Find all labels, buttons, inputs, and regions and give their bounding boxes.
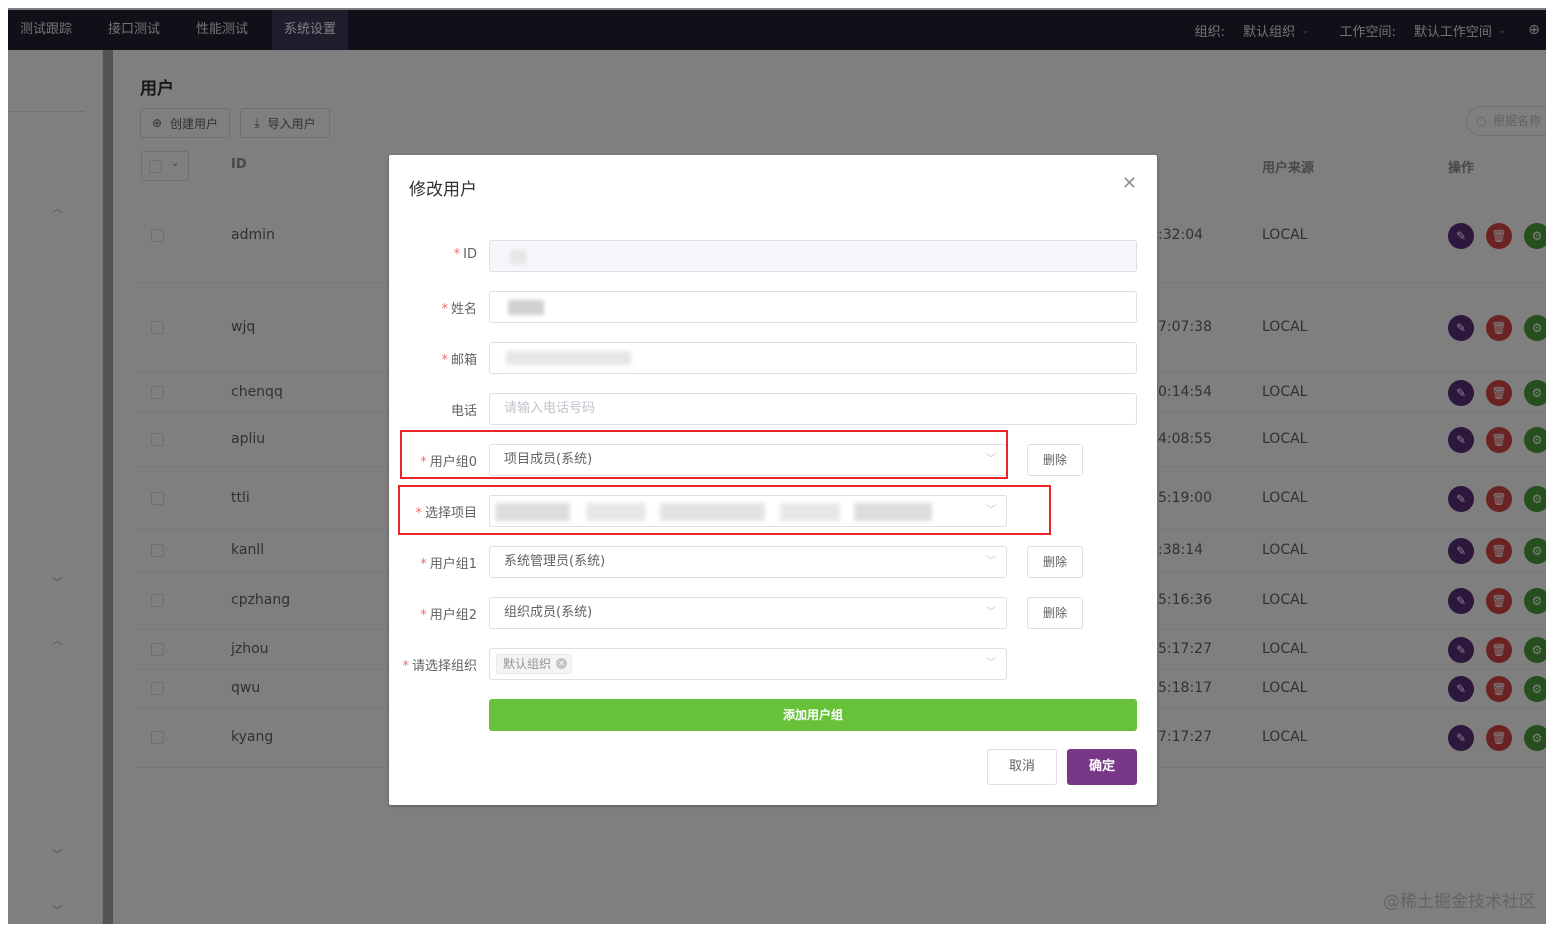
redacted-value [508, 300, 544, 315]
name-field[interactable] [489, 291, 1137, 323]
highlight-box [398, 485, 1051, 535]
id-label: * ID [453, 247, 477, 262]
dialog-title: 修改用户 [409, 180, 477, 200]
add-user-group-button[interactable]: 添加用户组 [489, 699, 1137, 731]
redacted-value [506, 351, 631, 365]
user-group-2-value: 组织成员(系统) [504, 605, 593, 620]
cancel-button[interactable]: 取消 [987, 749, 1057, 785]
redacted-value [510, 250, 526, 264]
org-select-label-text: 请选择组织 [411, 659, 477, 674]
tag-close-icon[interactable]: ✕ [556, 658, 568, 669]
org-select-label: * 请选择组织 [402, 659, 477, 674]
org-select[interactable]: 默认组织 ✕ ﹀ [489, 648, 1007, 680]
email-label-text: 邮箱 [450, 353, 477, 368]
org-tag[interactable]: 默认组织 ✕ [496, 654, 573, 674]
delete-group-0-button[interactable]: 删除 [1027, 444, 1083, 476]
app-window: 测试跟踪 接口测试 性能测试 系统设置 组织: 默认组织 ⌄ 工作空间: 默认工… [8, 8, 1546, 924]
delete-group-1-button[interactable]: 删除 [1027, 546, 1083, 578]
name-label-text: 姓名 [450, 302, 477, 317]
user-group-1-value: 系统管理员(系统) [504, 554, 606, 569]
user-group-2-select[interactable]: 组织成员(系统) ﹀ [489, 597, 1007, 629]
id-label-text: ID [463, 247, 477, 262]
delete-group-2-button[interactable]: 删除 [1027, 597, 1083, 629]
org-tag-label: 默认组织 [503, 657, 552, 671]
user-group-1-label-text: 用户组1 [429, 557, 477, 572]
edit-user-dialog: 修改用户 ✕ * ID * 姓名 * 邮箱 电话 请输入电话号码 * 用户组0 项目成员… [389, 155, 1157, 805]
highlight-box [400, 430, 1008, 479]
phone-label: 电话 [450, 404, 477, 419]
phone-field[interactable]: 请输入电话号码 [489, 393, 1137, 425]
chevron-down-icon: ﹀ [986, 607, 996, 618]
close-icon[interactable]: ✕ [1122, 173, 1137, 194]
id-field [489, 240, 1137, 272]
email-field[interactable] [489, 342, 1137, 374]
user-group-2-label: * 用户组2 [420, 608, 477, 623]
user-group-1-label: * 用户组1 [420, 557, 477, 572]
confirm-button[interactable]: 确定 [1067, 749, 1137, 785]
chevron-down-icon: ﹀ [986, 658, 996, 669]
user-group-1-select[interactable]: 系统管理员(系统) ﹀ [489, 546, 1007, 578]
email-label: * 邮箱 [441, 353, 477, 368]
name-label: * 姓名 [441, 302, 477, 317]
user-group-2-label-text: 用户组2 [429, 608, 477, 623]
chevron-down-icon: ﹀ [986, 556, 996, 567]
